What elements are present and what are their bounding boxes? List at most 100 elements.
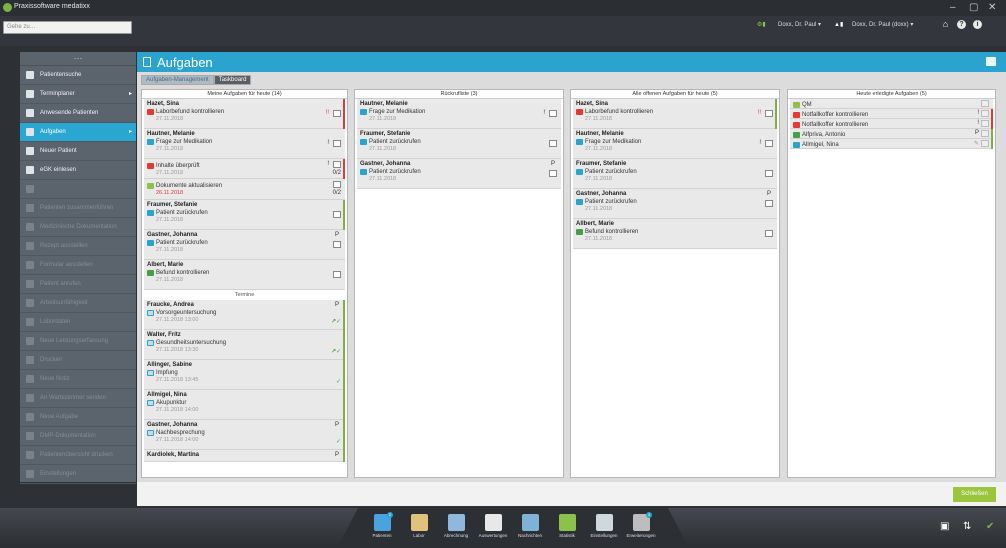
sidebar-item[interactable]: Patienten zusammenführen: [20, 199, 136, 218]
prescription-icon: [26, 242, 34, 250]
task-card[interactable]: Hazet, Sina Laborbefund kontrollieren 27…: [144, 99, 345, 129]
completed-item[interactable]: Notfallkoffer kontrollieren !: [790, 109, 993, 119]
dock-item[interactable]: Statistik: [550, 508, 584, 548]
sidebar-item[interactable]: Neue Leistungserfassung: [20, 332, 136, 351]
patient-name: Gastner, Johanna: [147, 232, 198, 238]
minimize-button[interactable]: –: [950, 2, 956, 13]
completed-item[interactable]: Notfallkoffer kontrollieren !: [790, 119, 993, 129]
tab-aufgaben-management[interactable]: Aufgaben-Management: [141, 75, 214, 85]
sidebar-item[interactable]: [20, 180, 136, 199]
sidebar-item[interactable]: Medizinische Dokumentation: [20, 218, 136, 237]
sidebar-item[interactable]: Neue Notiz: [20, 370, 136, 389]
task-checkbox[interactable]: [765, 140, 773, 147]
tray-network-icon[interactable]: ⇅: [963, 521, 971, 532]
tab-taskboard[interactable]: Taskboard: [213, 75, 252, 85]
sidebar-item[interactable]: Aufgaben ▸: [20, 123, 136, 142]
task-checkbox[interactable]: [549, 110, 557, 117]
task-checkbox[interactable]: [333, 211, 341, 218]
task-card[interactable]: Gastner, Johanna Patient zurückrufen 27.…: [144, 230, 345, 260]
dock-item[interactable]: Patienten 2: [365, 508, 399, 548]
task-card[interactable]: Hazet, Sina Laborbefund kontrollieren 27…: [573, 99, 777, 129]
task-checkbox[interactable]: [549, 170, 557, 177]
task-checkbox[interactable]: [765, 230, 773, 237]
sidebar-item[interactable]: Neue Aufgabe: [20, 408, 136, 427]
sidebar-item[interactable]: Anwesende Patienten: [20, 104, 136, 123]
sidebar-item[interactable]: Patientensuche: [20, 66, 136, 85]
sidebar-menu-toggle[interactable]: ···: [20, 52, 136, 66]
completed-item[interactable]: QM: [790, 99, 993, 109]
appointment-card[interactable]: Fraucke, Andrea Vorsorgeuntersuchung 27.…: [144, 300, 345, 330]
sidebar-item[interactable]: Einstellungen: [20, 465, 136, 484]
task-card[interactable]: Inhalte überprüft 27.11.2018 ! 0/2: [144, 159, 345, 179]
dock-item[interactable]: Abrechnung: [439, 508, 473, 548]
task-checkbox[interactable]: [333, 161, 341, 168]
task-checkbox[interactable]: [333, 140, 341, 147]
user-selector-right[interactable]: Doxx, Dr. Paul (doxx) ▾: [852, 21, 913, 28]
sidebar-item[interactable]: Arbeitsunfähigkeit: [20, 294, 136, 313]
task-card[interactable]: Dokumente aktualisieren 26.11.2018 0/2: [144, 179, 345, 200]
task-checkbox[interactable]: [333, 271, 341, 278]
sidebar-item-label: Formular ausstellen: [40, 262, 93, 268]
task-checkbox[interactable]: [981, 130, 989, 137]
dock-item[interactable]: Nachrichten: [513, 508, 547, 548]
user-selector-left[interactable]: Doxx, Dr. Paul ▾: [778, 21, 821, 28]
appointment-label: Vorsorgeuntersuchung: [156, 310, 217, 316]
task-checkbox[interactable]: [549, 140, 557, 147]
sidebar-item[interactable]: Drucken: [20, 351, 136, 370]
close-button[interactable]: Schließen: [953, 487, 996, 502]
task-card[interactable]: Gastner, Johanna Patient zurückrufen 27.…: [573, 189, 777, 219]
sidebar-item[interactable]: Neuer Patient: [20, 142, 136, 161]
task-checkbox[interactable]: [981, 100, 989, 107]
appointment-card[interactable]: Gastner, Johanna Nachbesprechung 27.11.2…: [144, 420, 345, 450]
footer-bar: Schließen: [137, 482, 1006, 506]
completed-item[interactable]: Allmigel, Nina ✎: [790, 139, 993, 149]
sidebar-item[interactable]: Formular ausstellen: [20, 256, 136, 275]
task-card[interactable]: Fraumer, Stefanie Patient zurückrufen 27…: [144, 200, 345, 230]
sidebar-item[interactable]: Patientenübersicht drucken: [20, 446, 136, 465]
maximize-button[interactable]: ▢: [969, 2, 978, 13]
task-card[interactable]: Hautner, Melanie Frage zur Medikation 27…: [144, 129, 345, 159]
task-checkbox[interactable]: [333, 110, 341, 117]
task-checkbox[interactable]: [333, 181, 341, 188]
sidebar-item[interactable]: Terminplaner ▸: [20, 85, 136, 104]
sidebar-item[interactable]: Patient anrufen: [20, 275, 136, 294]
sidebar-item[interactable]: eGK einlesen: [20, 161, 136, 180]
sidebar-item[interactable]: DMP-Dokumentation: [20, 427, 136, 446]
close-window-button[interactable]: ✕: [988, 2, 996, 13]
task-card[interactable]: Fraumer, Stefanie Patient zurückrufen 27…: [357, 129, 561, 159]
task-checkbox[interactable]: [981, 110, 989, 117]
dock-item[interactable]: Erweiterungen 3: [624, 508, 658, 548]
info-icon[interactable]: i: [973, 20, 982, 29]
task-card[interactable]: Hautner, Melanie Frage zur Medikation 27…: [357, 99, 561, 129]
appointment-card[interactable]: Kardiolek, Martina P: [144, 450, 345, 462]
help-icon[interactable]: ?: [957, 20, 966, 29]
completed-task: Notfallkoffer kontrollieren: [793, 111, 990, 119]
task-checkbox[interactable]: [765, 200, 773, 207]
appointment-card[interactable]: Allmigel, Nina Akupunktur 27.11.2018 14:…: [144, 390, 345, 420]
task-card[interactable]: Gastner, Johanna Patient zurückrufen 27.…: [357, 159, 561, 189]
tray-check-icon[interactable]: ✔: [986, 521, 994, 532]
task-checkbox[interactable]: [765, 110, 773, 117]
task-card[interactable]: Allbert, Marie Befund kontrollieren 27.1…: [573, 219, 777, 249]
search-input[interactable]: Gehe zu…: [3, 21, 132, 34]
export-icon[interactable]: [986, 57, 996, 66]
task-card[interactable]: Albert, Marie Befund kontrollieren 27.11…: [144, 260, 345, 290]
task-checkbox[interactable]: [981, 120, 989, 127]
dock-item[interactable]: Einstellungen: [587, 508, 621, 548]
task-card[interactable]: Fraumer, Stefanie Patient zurückrufen 27…: [573, 159, 777, 189]
sidebar-item[interactable]: An Wartezimmer senden: [20, 389, 136, 408]
sidebar-item[interactable]: Labordaten: [20, 313, 136, 332]
task-checkbox[interactable]: [981, 140, 989, 147]
sidebar-item[interactable]: Rezept ausstellen: [20, 237, 136, 256]
dock-item[interactable]: Labor: [402, 508, 436, 548]
task-card[interactable]: Hautner, Melanie Frage zur Medikation 27…: [573, 129, 777, 159]
dock-item[interactable]: Auswertungen: [476, 508, 510, 548]
lock-icon[interactable]: ⌂: [941, 20, 950, 29]
appointment-card[interactable]: Allinger, Sabine Impfung 27.11.2018 13:4…: [144, 360, 345, 390]
appointment-card[interactable]: Walter, Fritz Gesundheitsuntersuchung 27…: [144, 330, 345, 360]
task-checkbox[interactable]: [333, 241, 341, 248]
task-checkbox[interactable]: [765, 170, 773, 177]
merge-icon: [26, 204, 34, 212]
completed-item[interactable]: Alfpriva, Antonio P: [790, 129, 993, 139]
tray-computer-icon[interactable]: ▣: [940, 521, 949, 532]
